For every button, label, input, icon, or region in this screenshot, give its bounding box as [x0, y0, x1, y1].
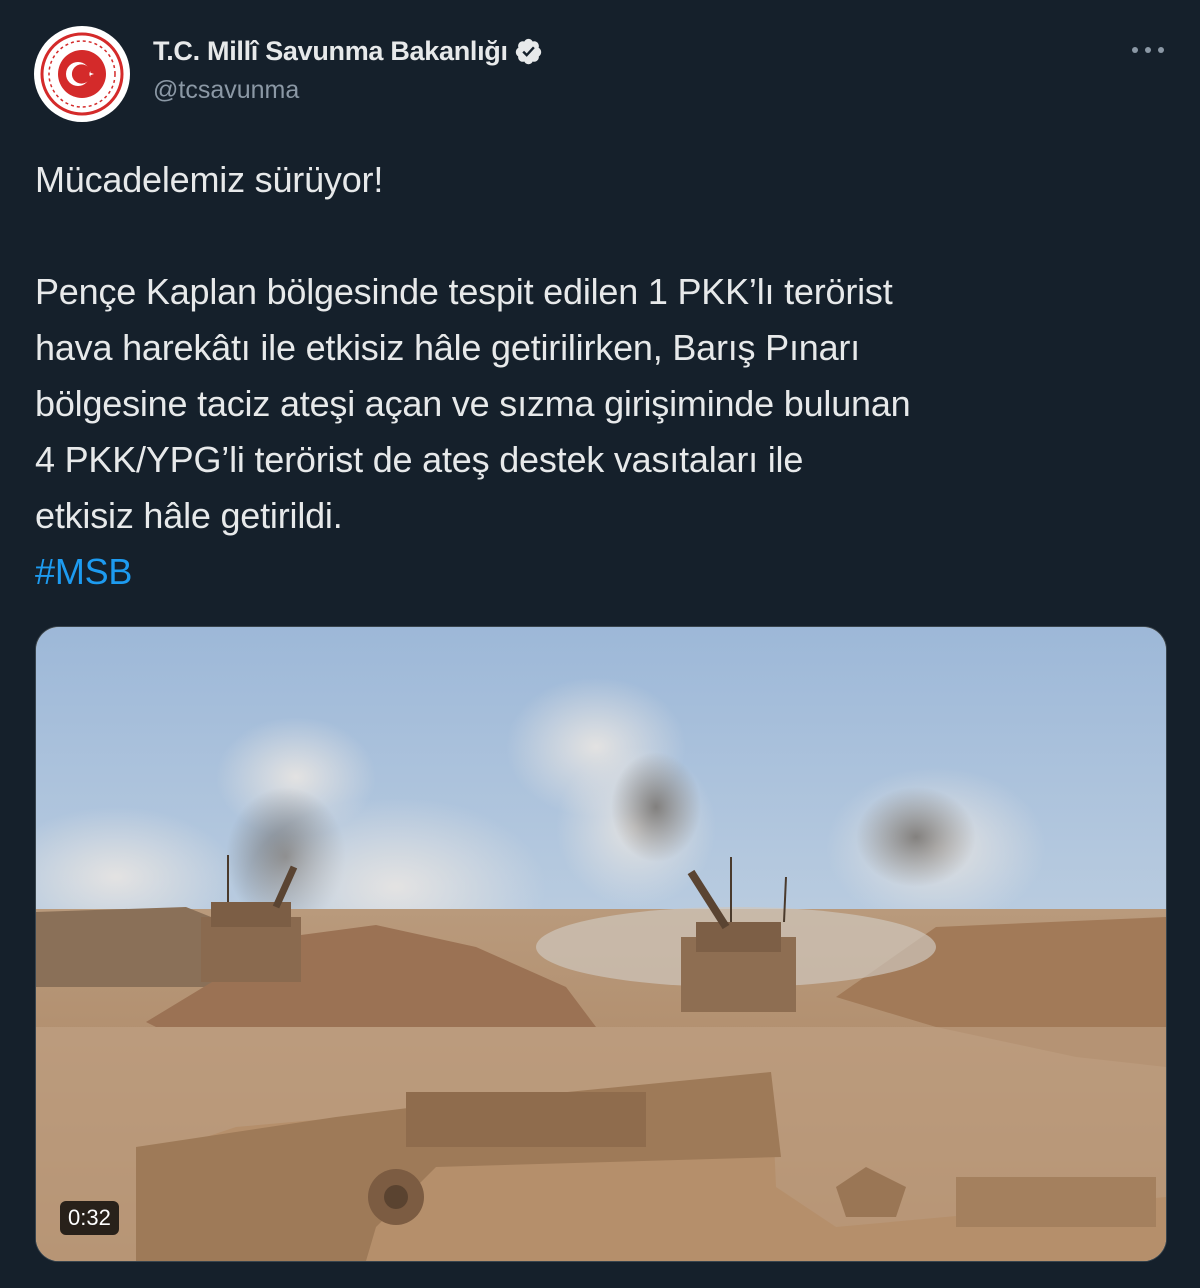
paragraph-break — [35, 208, 1170, 264]
tweet-body-line: Pençe Kaplan bölgesinde tespit edilen 1 … — [35, 271, 893, 312]
user-handle[interactable]: @tcsavunma — [153, 76, 299, 105]
tweet-body-line: hava harekâtı ile etkisiz hâle getirilir… — [35, 327, 860, 368]
more-options-button[interactable] — [1128, 36, 1168, 64]
verified-badge-icon — [514, 37, 543, 66]
avatar[interactable] — [34, 26, 130, 122]
more-options-icon — [1132, 47, 1164, 53]
video-thumbnail — [36, 627, 1166, 1261]
tweet-text: Mücadelemiz sürüyor! Pençe Kaplan bölges… — [35, 152, 1170, 600]
video-player[interactable]: 0:32 — [35, 626, 1167, 1262]
tweet-body-line: etkisiz hâle getirildi. — [35, 495, 343, 536]
ministry-emblem-icon — [35, 27, 129, 121]
tweet-body-line: bölgesine taciz ateşi açan ve sızma giri… — [35, 383, 911, 424]
tweet-card: T.C. Millî Savunma Bakanlığı @tcsavunma … — [0, 0, 1200, 1288]
hashtag-link[interactable]: #MSB — [35, 544, 1170, 600]
author-name-row: T.C. Millî Savunma Bakanlığı — [153, 34, 543, 68]
video-duration-badge: 0:32 — [60, 1201, 119, 1235]
tweet-body-line: 4 PKK/YPG’li terörist de ateş destek vas… — [35, 439, 804, 480]
tweet-headline: Mücadelemiz sürüyor! — [35, 159, 384, 200]
display-name[interactable]: T.C. Millî Savunma Bakanlığı — [153, 36, 508, 67]
